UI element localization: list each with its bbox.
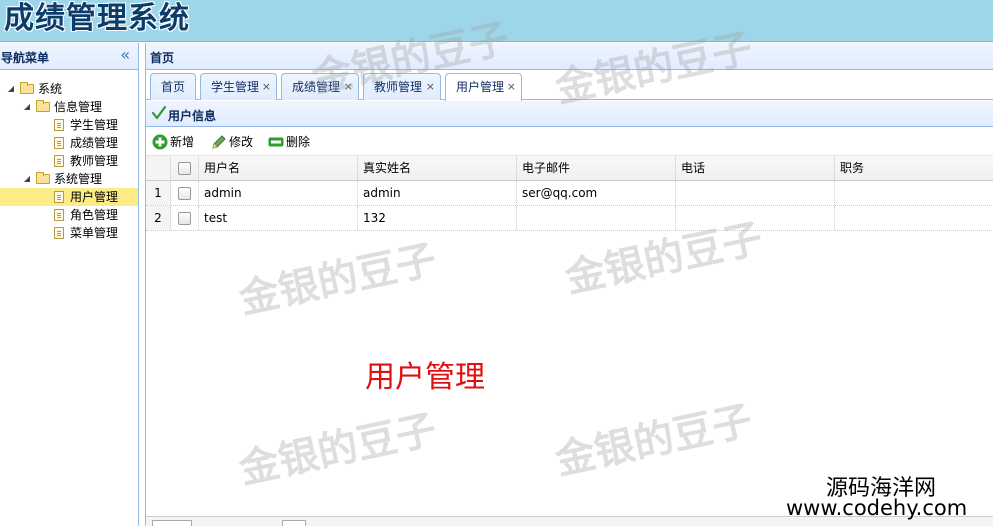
nav-title: 导航菜单	[1, 51, 50, 65]
tree-item-label: 信息管理	[54, 100, 103, 114]
tree-item-label: 学生管理	[70, 118, 119, 132]
tree-item[interactable]: 成绩管理	[0, 134, 138, 152]
page-number-input[interactable]	[282, 520, 306, 526]
tree-item[interactable]: 学生管理	[0, 116, 138, 134]
row-number: 1	[146, 181, 171, 205]
table-cell	[835, 206, 993, 230]
checkbox-cell	[171, 156, 199, 180]
edit-label: 修改	[229, 135, 254, 149]
folder-icon	[36, 172, 50, 184]
table-cell: admin	[358, 181, 517, 205]
column-header[interactable]: 电话	[676, 156, 835, 180]
page-size-select[interactable]	[152, 520, 192, 526]
panel-title-bar: 用户信息	[146, 101, 993, 127]
file-icon	[54, 209, 64, 221]
main-panel: 首页 首页 学生管理 × 成绩管理 × 教师管理 × 用户管理 × 用户信息 新增 修改	[145, 43, 993, 526]
tree-item-label: 成绩管理	[70, 136, 119, 150]
nav-panel: 导航菜单 « ◢ 系统 ◢ 信息管理学生管理成绩管理教师管理 ◢ 系统管理用户管理角色管理…	[0, 43, 139, 526]
close-icon[interactable]: ×	[262, 74, 271, 100]
tree-item[interactable]: ◢ 信息管理	[0, 98, 138, 116]
table-cell: admin	[199, 181, 358, 205]
expand-toggle-icon[interactable]: ◢	[6, 80, 16, 98]
folder-icon	[20, 82, 34, 94]
tree-item[interactable]: 教师管理	[0, 152, 138, 170]
tree-item[interactable]: ◢ 系统	[0, 80, 138, 98]
folder-icon	[36, 100, 50, 112]
tree-item-label: 角色管理	[70, 208, 119, 222]
nav-header: 导航菜单 «	[0, 43, 138, 70]
tab-label: 用户管理	[456, 80, 505, 94]
tree-item-label: 用户管理	[70, 190, 119, 204]
tree-item[interactable]: 菜单管理	[0, 224, 138, 242]
table-row[interactable]: 1 admin admin ser@qq.com	[146, 181, 993, 206]
table-cell: 132	[358, 206, 517, 230]
table-cell	[676, 181, 835, 205]
app-title: 成绩管理系统	[4, 1, 190, 36]
main-header: 首页	[146, 43, 993, 70]
collapse-icon[interactable]: «	[120, 45, 130, 65]
row-checkbox[interactable]	[178, 187, 191, 200]
column-header[interactable]: 职务	[835, 156, 993, 180]
tab-label: 首页	[161, 80, 186, 94]
table-cell: ser@qq.com	[517, 181, 676, 205]
table-cell	[517, 206, 676, 230]
select-all-checkbox[interactable]	[178, 162, 191, 175]
tab[interactable]: 成绩管理 ×	[281, 73, 359, 100]
tree-item[interactable]: 用户管理	[0, 188, 138, 206]
file-icon	[54, 191, 64, 203]
pencil-icon	[212, 135, 226, 149]
credit-line-2: www.codehy.com	[786, 496, 968, 520]
row-number: 2	[146, 206, 171, 230]
file-icon	[54, 155, 64, 167]
column-header[interactable]: 真实姓名	[358, 156, 517, 180]
app-header: 成绩管理系统	[0, 0, 993, 42]
caption-text: 用户管理	[365, 360, 485, 395]
tree-item-label: 菜单管理	[70, 226, 119, 240]
table-cell: test	[199, 206, 358, 230]
expand-toggle-icon[interactable]: ◢	[22, 170, 32, 188]
tab-label: 学生管理	[211, 80, 260, 94]
add-label: 新增	[170, 135, 195, 149]
tree-item-label: 系统	[38, 82, 63, 96]
minus-icon	[268, 137, 284, 147]
close-icon[interactable]: ×	[426, 74, 435, 100]
tree-item[interactable]: 角色管理	[0, 206, 138, 224]
close-icon[interactable]: ×	[507, 74, 516, 100]
tab-bar: 首页 学生管理 × 成绩管理 × 教师管理 × 用户管理 ×	[146, 70, 993, 101]
file-icon	[54, 119, 64, 131]
delete-label: 删除	[286, 135, 311, 149]
close-icon[interactable]: ×	[344, 74, 353, 100]
tab[interactable]: 教师管理 ×	[363, 73, 441, 100]
checkbox-cell	[171, 206, 199, 230]
toolbar: 新增 修改 删除	[146, 128, 993, 156]
expand-toggle-icon[interactable]: ◢	[22, 98, 32, 116]
main-title: 首页	[150, 51, 175, 65]
tab[interactable]: 用户管理 ×	[445, 73, 522, 101]
grid-header-row: 用户名 真实姓名 电子邮件 电话 职务	[146, 156, 993, 181]
checkbox-cell	[171, 181, 199, 205]
panel-title: 用户信息	[168, 109, 217, 123]
tab[interactable]: 首页	[150, 73, 196, 100]
row-number	[146, 156, 171, 180]
column-header[interactable]: 用户名	[199, 156, 358, 180]
tree-item-label: 系统管理	[54, 172, 103, 186]
tab[interactable]: 学生管理 ×	[200, 73, 277, 100]
tree-item[interactable]: ◢ 系统管理	[0, 170, 138, 188]
row-checkbox[interactable]	[178, 212, 191, 225]
tree-item-label: 教师管理	[70, 154, 119, 168]
table-cell	[676, 206, 835, 230]
tab-label: 成绩管理	[292, 80, 341, 94]
table-row[interactable]: 2 test 132	[146, 206, 993, 231]
file-icon	[54, 137, 64, 149]
column-header[interactable]: 电子邮件	[517, 156, 676, 180]
table-cell	[835, 181, 993, 205]
user-grid: 用户名 真实姓名 电子邮件 电话 职务 1 admin admin ser@qq.com 2 tes…	[146, 156, 993, 231]
plus-icon	[152, 134, 168, 150]
nav-tree: ◢ 系统 ◢ 信息管理学生管理成绩管理教师管理 ◢ 系统管理用户管理角色管理菜单管理	[0, 80, 138, 242]
file-icon	[54, 227, 64, 239]
check-icon	[151, 105, 167, 120]
tab-label: 教师管理	[374, 80, 423, 94]
